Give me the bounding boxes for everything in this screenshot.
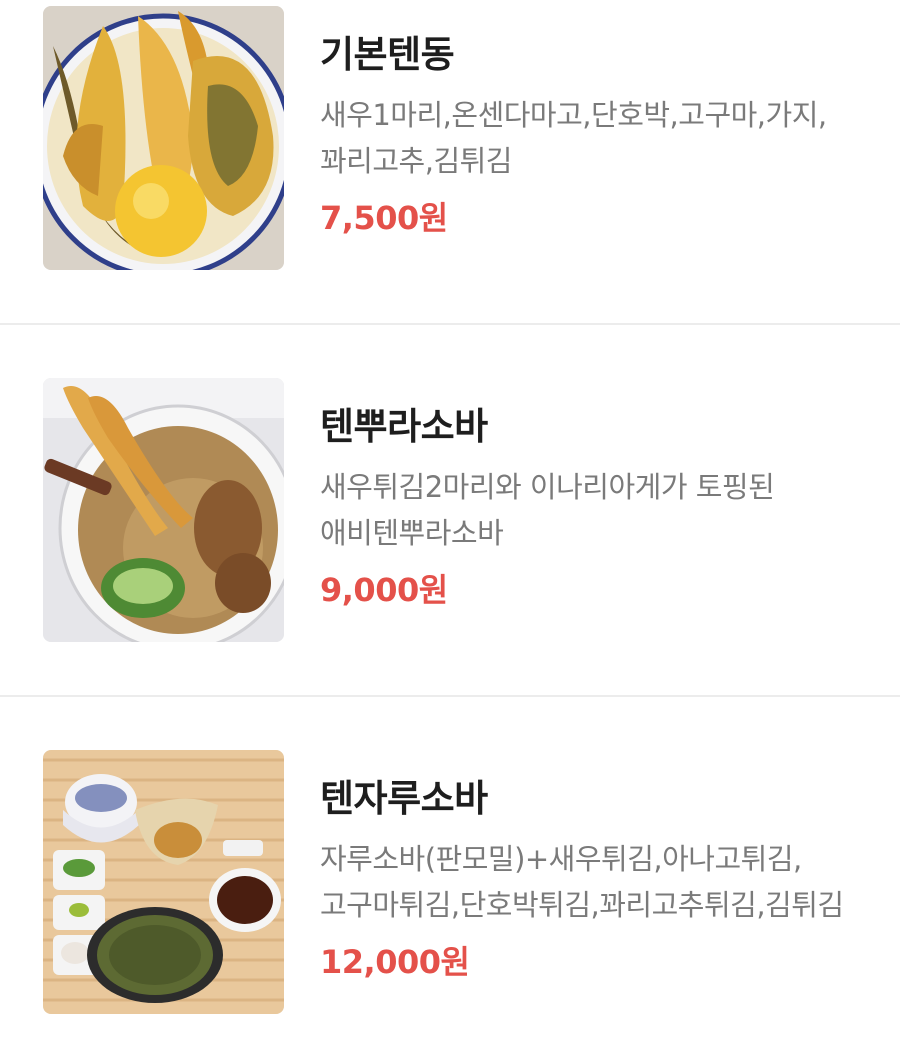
menu-item-image[interactable]: [43, 6, 284, 270]
menu-item-description: 새우1마리,온센다마고,단호박,고구마,가지,꽈리고추,김튀김: [320, 98, 827, 178]
menu-item-price: 7,500원: [320, 199, 448, 237]
tempura-soba-photo: [43, 378, 284, 642]
ten-zaru-soba-photo: [43, 750, 284, 1014]
menu-item-price: 9,000원: [320, 571, 448, 609]
menu-item-info: 기본텐동 새우1마리,온센다마고,단호박,고구마,가지,꽈리고추,김튀김 7,5…: [320, 32, 880, 238]
menu-item-info: 텐뿌라소바 새우튀김2마리와 이나리아게가 토핑된 애비텐뿌라소바 9,000원: [320, 404, 880, 610]
menu-item-ten-zaru-soba[interactable]: 텐자루소바 자루소바(판모밀)+새우튀김,아나고튀김,고구마튀김,단호박튀김,꽈…: [0, 678, 900, 1050]
menu-item-description: 새우튀김2마리와 이나리아게가 토핑된 애비텐뿌라소바: [320, 470, 775, 550]
menu-item-name: 텐자루소바: [320, 777, 488, 820]
menu-item-image[interactable]: [43, 378, 284, 642]
menu-item-name: 기본텐동: [320, 33, 455, 76]
menu-item-tempura-soba[interactable]: 텐뿌라소바 새우튀김2마리와 이나리아게가 토핑된 애비텐뿌라소바 9,000원: [0, 306, 900, 678]
menu-list: 기본텐동 새우1마리,온센다마고,단호박,고구마,가지,꽈리고추,김튀김 7,5…: [0, 0, 900, 1030]
menu-item-name: 텐뿌라소바: [320, 405, 488, 448]
menu-item-price: 12,000원: [320, 943, 470, 981]
menu-item-image[interactable]: [43, 750, 284, 1014]
menu-item-description: 자루소바(판모밀)+새우튀김,아나고튀김,고구마튀김,단호박튀김,꽈리고추튀김,…: [320, 842, 844, 922]
tendon-photo: [43, 6, 284, 270]
menu-item-tendon[interactable]: 기본텐동 새우1마리,온센다마고,단호박,고구마,가지,꽈리고추,김튀김 7,5…: [0, 0, 900, 306]
menu-item-info: 텐자루소바 자루소바(판모밀)+새우튀김,아나고튀김,고구마튀김,단호박튀김,꽈…: [320, 776, 880, 982]
